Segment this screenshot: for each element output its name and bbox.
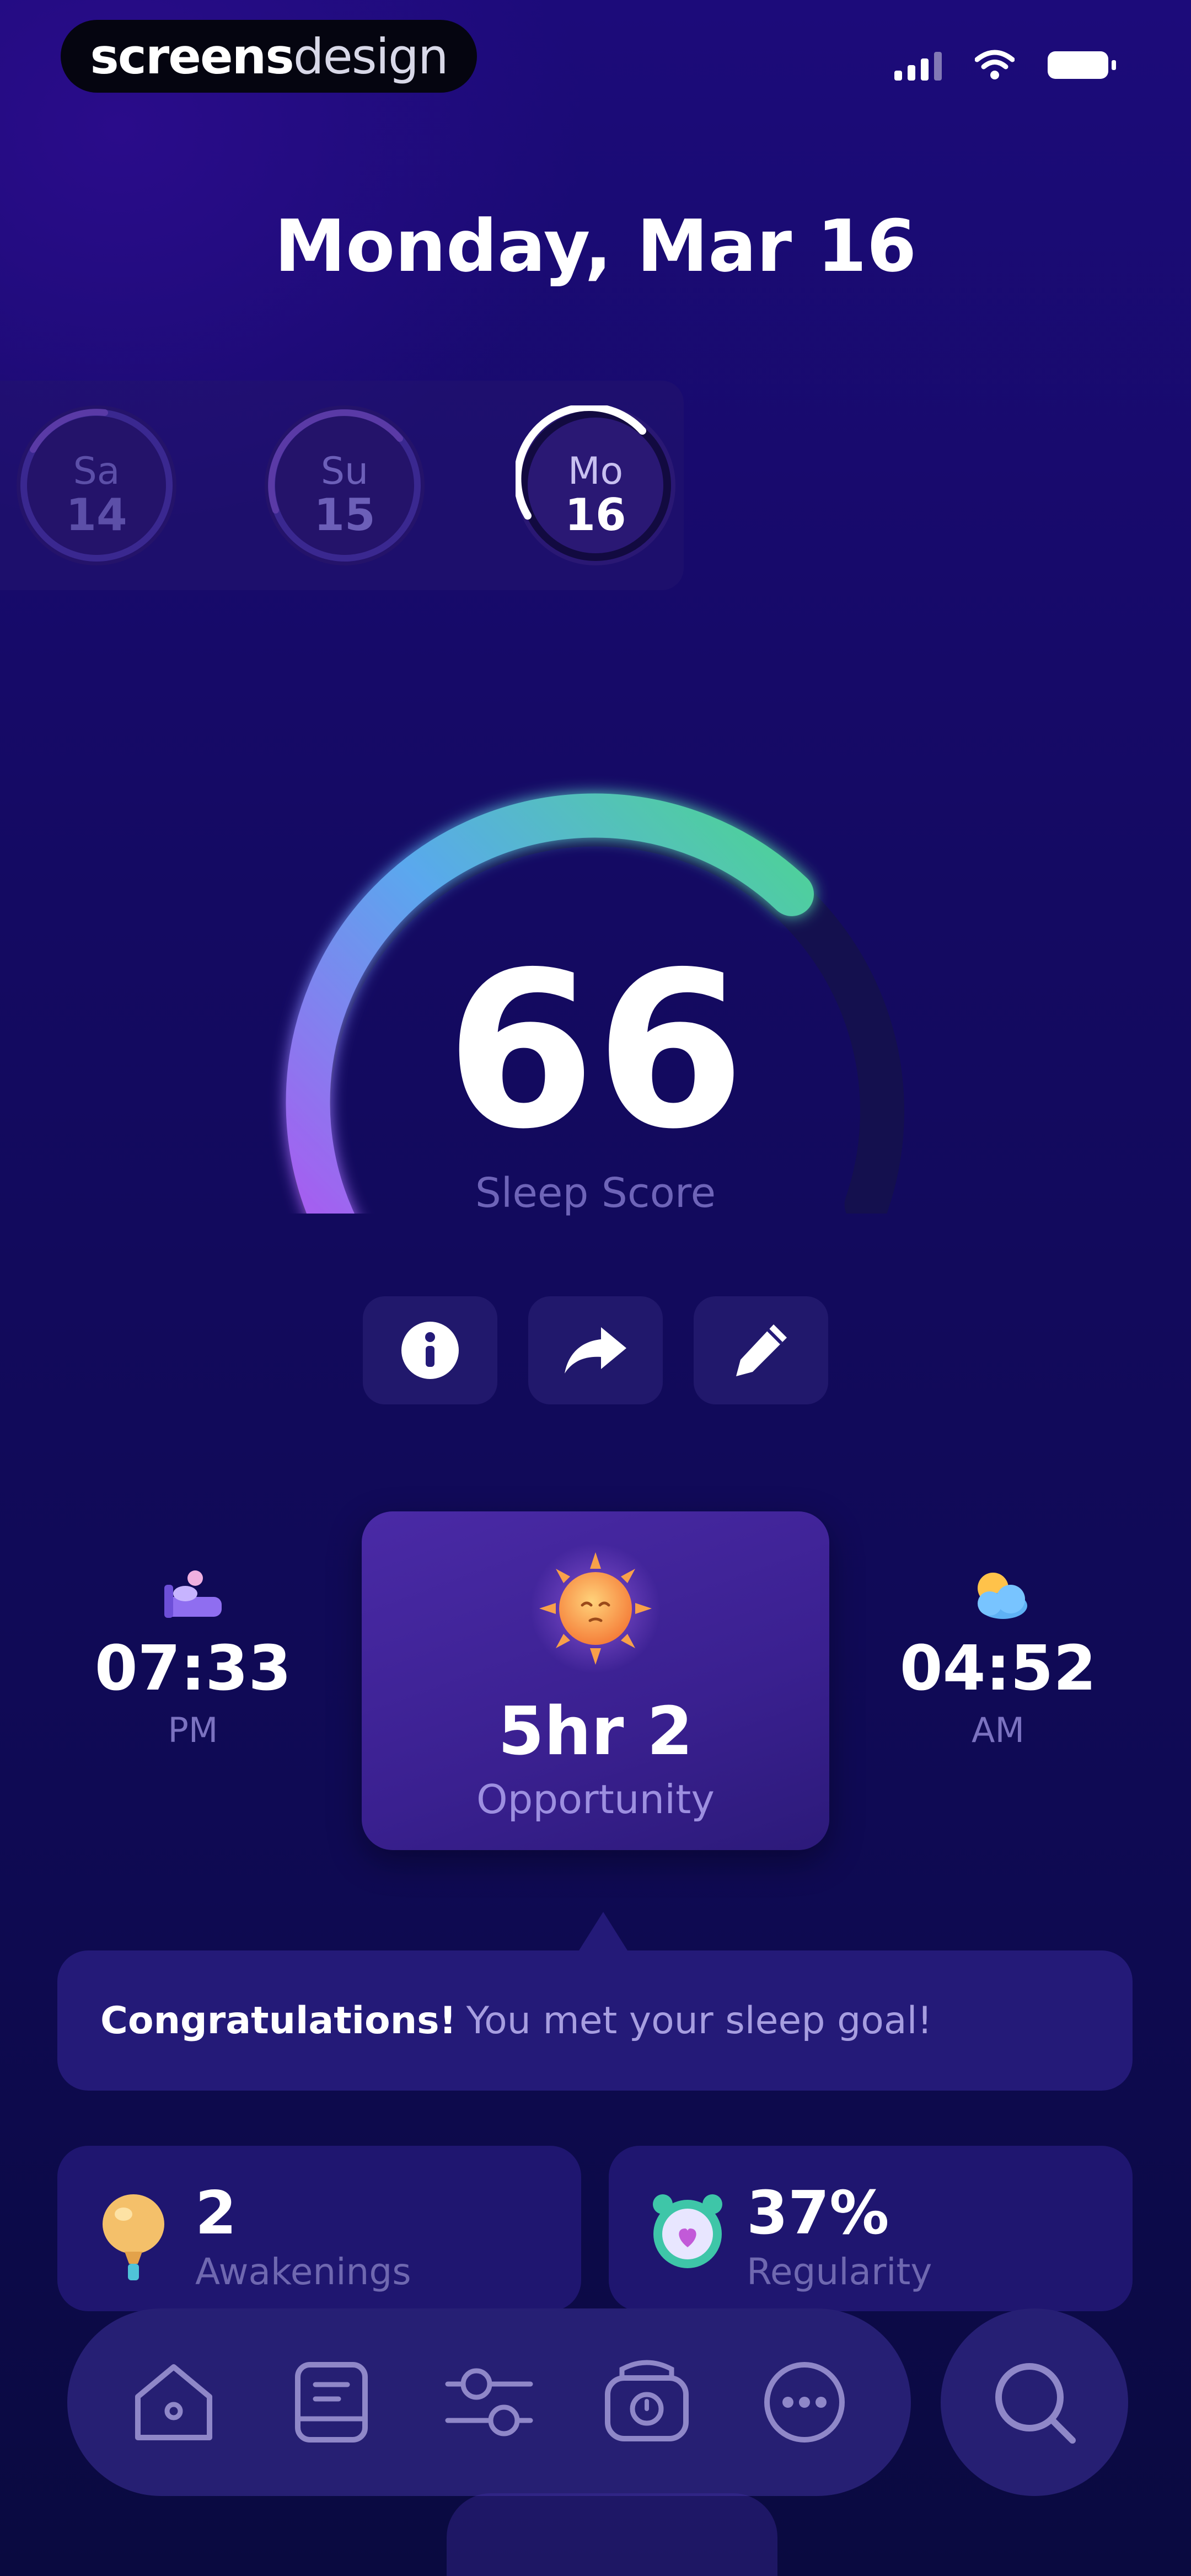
- signal-icon: [894, 50, 942, 81]
- battery-icon: [1048, 51, 1116, 79]
- edit-button[interactable]: [694, 1296, 828, 1404]
- alarm-clock-icon: [653, 2194, 722, 2268]
- awakenings-card[interactable]: 2 Awakenings: [57, 2146, 581, 2311]
- nav-more[interactable]: [747, 2344, 862, 2460]
- day-item-sa-14[interactable]: Sa 14: [17, 405, 176, 565]
- nav-home[interactable]: [116, 2344, 232, 2460]
- sleep-opportunity-card[interactable]: 5hr 2 Opportunity: [362, 1511, 829, 1850]
- waketime-period: AM: [972, 1710, 1024, 1750]
- bedtime: 07:33 PM: [72, 1556, 314, 1750]
- day-number: 15: [314, 489, 375, 541]
- regularity-card[interactable]: 37% Regularity: [609, 2146, 1133, 2311]
- nav-journal[interactable]: [273, 2344, 389, 2460]
- message-text: You met your sleep goal!: [466, 1998, 932, 2043]
- day-number: 14: [66, 489, 127, 541]
- sleep-score-label: Sleep Score: [475, 1169, 716, 1217]
- smart-alarm-icon: [605, 2360, 689, 2441]
- wifi-icon: [975, 50, 1015, 79]
- sliders-icon: [445, 2368, 533, 2436]
- bed-icon: [72, 1556, 314, 1633]
- search-icon: [995, 2363, 1076, 2444]
- awakenings-label: Awakenings: [195, 2251, 411, 2293]
- bedtime-value: 07:33: [94, 1633, 292, 1704]
- cloud-sun-icon: [877, 1556, 1119, 1633]
- home-indicator: [447, 2493, 777, 2576]
- day-weekday: Su: [320, 450, 369, 493]
- message-pointer: [579, 1912, 627, 1950]
- bedtime-period: PM: [168, 1710, 218, 1750]
- regularity-label: Regularity: [747, 2251, 932, 2293]
- opportunity-value: 5hr 2: [498, 1693, 693, 1770]
- brand-badge: screens design: [61, 20, 477, 93]
- bottom-nav: [67, 2308, 911, 2496]
- day-item-su-15[interactable]: Su 15: [265, 405, 425, 565]
- opportunity-label: Opportunity: [476, 1776, 715, 1823]
- share-button[interactable]: [528, 1296, 663, 1404]
- regularity-value: 37%: [747, 2179, 889, 2248]
- brand-text-secondary: design: [293, 28, 449, 85]
- day-number: 16: [565, 489, 626, 541]
- home-icon: [135, 2364, 212, 2440]
- status-icons: [894, 50, 1116, 81]
- info-icon: [401, 1322, 459, 1379]
- nav-settings[interactable]: [431, 2344, 547, 2460]
- day-weekday: Sa: [73, 450, 120, 493]
- nav-smart-alarm[interactable]: [589, 2344, 705, 2460]
- day-item-mo-16[interactable]: Mo 16: [516, 405, 675, 565]
- brand-text-primary: screens: [90, 28, 294, 85]
- sun-icon: [530, 1543, 661, 1674]
- page-title: Monday, Mar 16: [274, 204, 917, 288]
- balloon-icon: [103, 2194, 164, 2280]
- awakenings-value: 2: [195, 2179, 237, 2248]
- sleep-goal-message: Congratulations! You met your sleep goal…: [57, 1950, 1133, 2091]
- sleep-score-value: 66: [446, 926, 745, 1176]
- pencil-icon: [736, 1324, 787, 1376]
- more-icon: [764, 2362, 845, 2443]
- waketime: 04:52 AM: [877, 1556, 1119, 1750]
- waketime-value: 04:52: [899, 1633, 1097, 1704]
- journal-icon: [295, 2362, 368, 2443]
- day-weekday: Mo: [567, 450, 624, 493]
- share-icon: [565, 1327, 626, 1373]
- message-strong: Congratulations!: [100, 1998, 457, 2043]
- info-button[interactable]: [363, 1296, 497, 1404]
- search-button[interactable]: [941, 2308, 1128, 2496]
